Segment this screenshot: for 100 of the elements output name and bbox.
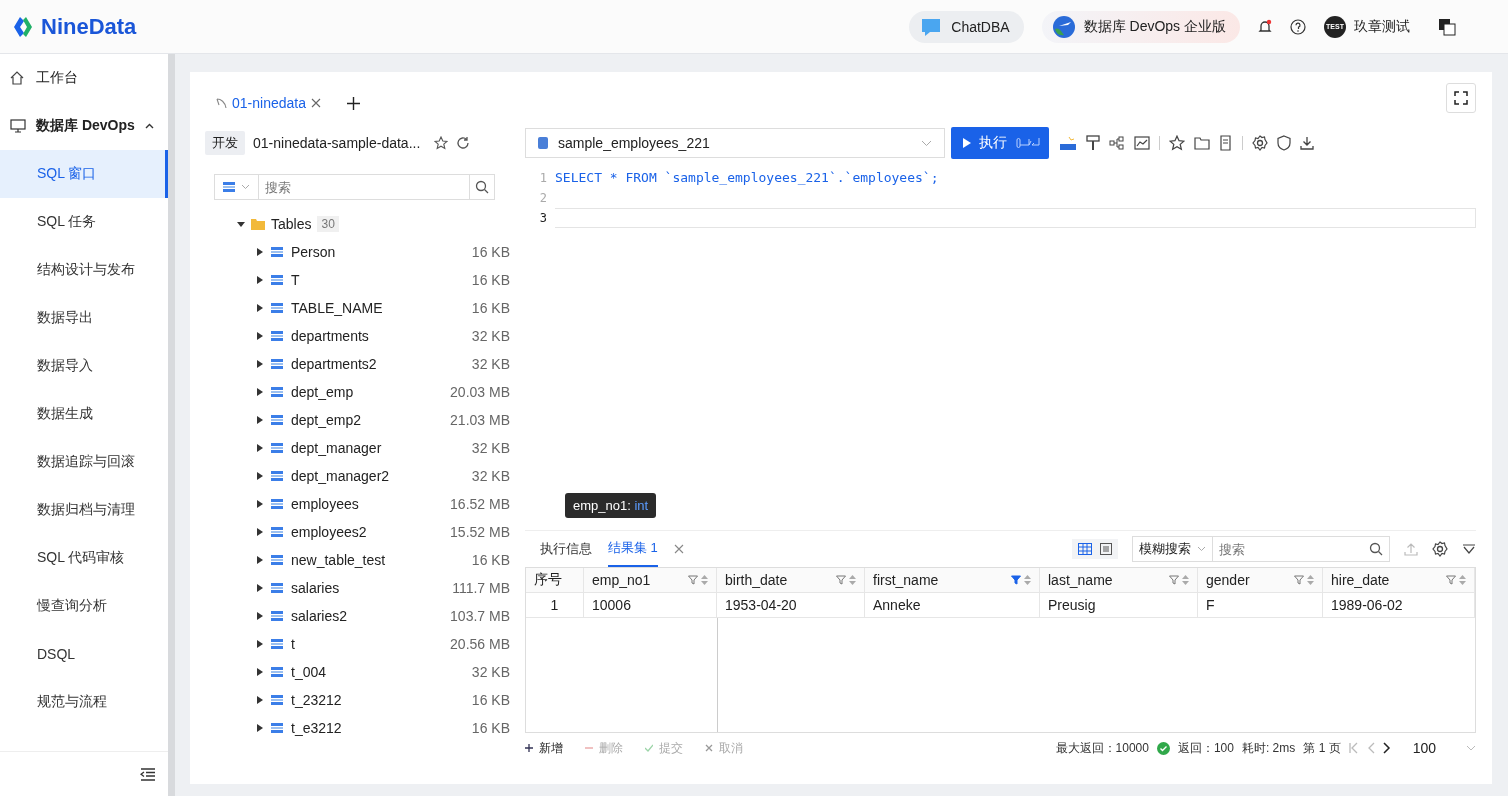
table-node[interactable]: salaries2 103.7 MB xyxy=(205,602,510,630)
table-node[interactable]: departments 32 KB xyxy=(205,322,510,350)
sidebar-item[interactable]: DSQL xyxy=(0,630,168,678)
help-icon[interactable] xyxy=(1290,18,1306,35)
column-tooltip: emp_no1: int xyxy=(565,493,657,518)
filter-icon[interactable] xyxy=(1011,575,1021,585)
scrollbar[interactable] xyxy=(168,54,175,796)
collapse-icon[interactable] xyxy=(1462,544,1476,554)
star-icon[interactable] xyxy=(434,136,449,150)
star-icon[interactable] xyxy=(1169,135,1185,151)
sidebar-item[interactable]: SQL 代码审核 xyxy=(0,534,168,582)
connection-name[interactable]: 01-ninedata-sample-data... xyxy=(253,135,421,151)
folder-icon[interactable] xyxy=(1194,136,1210,150)
next-page-icon[interactable] xyxy=(1382,742,1391,754)
query-tab[interactable]: 01-ninedata xyxy=(215,83,333,123)
elapsed-text: 耗时: 2ms xyxy=(1241,739,1296,757)
collapse-icon[interactable] xyxy=(140,767,156,781)
sidebar-group[interactable]: 数据库 DevOps xyxy=(0,102,168,150)
filter-icon[interactable] xyxy=(836,575,846,585)
table-cell: 10006 xyxy=(584,593,717,617)
add-icon[interactable] xyxy=(346,96,360,110)
table-node[interactable]: Person 16 KB xyxy=(205,238,510,266)
run-button[interactable]: 执行 xyxy=(951,127,1049,159)
sidebar-item[interactable]: 数据导出 xyxy=(0,294,168,342)
sidebar-item[interactable]: 慢查询分析 xyxy=(0,582,168,630)
table-node[interactable]: t_004 32 KB xyxy=(205,658,510,686)
form-view-icon[interactable] xyxy=(1100,543,1112,555)
sidebar-item[interactable]: 数据归档与清理 xyxy=(0,486,168,534)
table-node[interactable]: dept_manager2 32 KB xyxy=(205,462,510,490)
sidebar-item[interactable]: 规范与流程 xyxy=(0,678,168,726)
column-header[interactable]: gender xyxy=(1198,568,1323,592)
close-icon[interactable] xyxy=(310,98,321,108)
table-node[interactable]: TABLE_NAME 16 KB xyxy=(205,294,510,322)
column-header[interactable]: last_name xyxy=(1040,568,1198,592)
settings-icon[interactable] xyxy=(1432,541,1448,557)
close-icon[interactable] xyxy=(673,544,684,554)
table-cell: Anneke xyxy=(865,593,1040,617)
filter-icon[interactable] xyxy=(1294,575,1304,585)
edition-button[interactable]: 数据库 DevOps 企业版 xyxy=(1041,10,1240,43)
table-node[interactable]: T 16 KB xyxy=(205,266,510,294)
table-cell: 1 xyxy=(526,593,584,617)
search-mode-select[interactable]: 模糊搜索 xyxy=(1133,537,1213,561)
table-node[interactable]: dept_emp2 21.03 MB xyxy=(205,406,510,434)
table-node[interactable]: departments2 32 KB xyxy=(205,350,510,378)
result-tab[interactable]: 执行信息 xyxy=(540,532,592,566)
settings-icon[interactable] xyxy=(1252,135,1268,151)
refresh-icon[interactable] xyxy=(456,136,471,150)
fullscreen-button[interactable] xyxy=(1446,83,1476,113)
document-icon[interactable] xyxy=(1219,135,1233,151)
page-text: 第 1 页 xyxy=(1303,739,1341,757)
column-header[interactable]: first_name xyxy=(865,568,1040,592)
sidebar-item[interactable]: SQL 任务 xyxy=(0,198,168,246)
check-icon xyxy=(1156,741,1170,755)
sidebar-item[interactable]: 数据导入 xyxy=(0,342,168,390)
user-name[interactable]: 玖章测试 xyxy=(1354,17,1410,36)
table-node[interactable]: salaries 111.7 MB xyxy=(205,574,510,602)
tree-search-box[interactable]: 搜索 xyxy=(214,174,495,200)
search-icon[interactable] xyxy=(1369,542,1383,556)
table-node[interactable]: new_table_test 16 KB xyxy=(205,546,510,574)
table-node[interactable]: t 20.56 MB xyxy=(205,630,510,658)
sidebar-item[interactable]: 结构设计与发布 xyxy=(0,246,168,294)
fullscreen-icon xyxy=(1454,91,1468,105)
result-search-box[interactable]: 模糊搜索 搜索 xyxy=(1132,536,1390,562)
chatdba-button[interactable]: ChatDBA xyxy=(909,10,1024,43)
filter-icon[interactable] xyxy=(1446,575,1456,585)
table-icon xyxy=(271,667,283,677)
table-node[interactable]: employees 16.52 MB xyxy=(205,490,510,518)
table-icon xyxy=(271,247,283,257)
chevron-icon xyxy=(921,139,932,147)
chevron-icon xyxy=(1197,546,1206,552)
page-size-select[interactable]: 100 xyxy=(1412,740,1476,756)
sidebar-item[interactable]: 数据追踪与回滚 xyxy=(0,438,168,486)
footer-action[interactable]: 新增 xyxy=(525,739,563,757)
table-node[interactable]: t_e3212 16 KB xyxy=(205,714,510,742)
column-header[interactable]: emp_no1 xyxy=(584,568,717,592)
column-header[interactable]: birth_date xyxy=(717,568,865,592)
database-select[interactable]: sample_employees_221 xyxy=(525,128,945,158)
filter-icon[interactable] xyxy=(1169,575,1179,585)
table-node[interactable]: dept_manager 32 KB xyxy=(205,434,510,462)
table-icon xyxy=(271,611,283,621)
table-node[interactable]: employees2 15.52 MB xyxy=(205,518,510,546)
column-header[interactable]: 序号 xyxy=(526,568,584,592)
caret-icon xyxy=(257,360,263,368)
chart-icon[interactable] xyxy=(1134,136,1150,150)
table-node[interactable]: t_23212 16 KB xyxy=(205,686,510,714)
shield-icon[interactable] xyxy=(1277,135,1291,151)
caret-icon xyxy=(237,220,245,228)
sidebar-item[interactable]: 工作台 xyxy=(0,54,168,102)
sidebar-item[interactable]: SQL 窗口 xyxy=(0,150,168,198)
diagram-icon[interactable] xyxy=(1109,136,1125,150)
table-node[interactable]: dept_emp 20.03 MB xyxy=(205,378,510,406)
filter-icon[interactable] xyxy=(688,575,698,585)
download-icon[interactable] xyxy=(1300,136,1314,150)
sidebar-item[interactable]: 数据生成 xyxy=(0,390,168,438)
bell-icon[interactable] xyxy=(1258,18,1272,35)
column-header[interactable]: hire_date xyxy=(1323,568,1475,592)
table-icon xyxy=(271,555,283,565)
tree-node[interactable]: Tables 30 xyxy=(205,210,510,238)
grid-view-icon[interactable] xyxy=(1078,543,1092,555)
search-icon[interactable] xyxy=(475,180,489,194)
